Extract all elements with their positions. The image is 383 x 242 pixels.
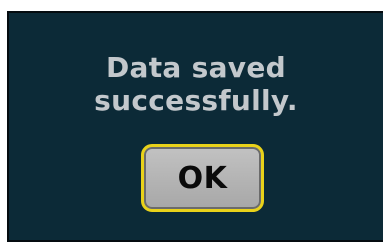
save-confirmation-dialog: Data saved successfully. OK (7, 11, 383, 242)
screen: Data saved successfully. OK (0, 0, 383, 242)
dialog-message: Data saved successfully. (9, 51, 383, 117)
ok-button-label: OK (177, 160, 228, 196)
ok-button[interactable]: OK (141, 144, 264, 212)
message-line-2: successfully. (94, 84, 298, 117)
message-line-1: Data saved (105, 51, 286, 84)
